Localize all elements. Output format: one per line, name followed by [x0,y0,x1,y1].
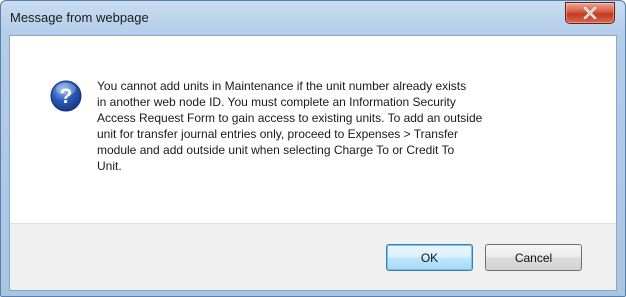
question-icon: ? [50,80,82,112]
close-button[interactable] [565,2,615,24]
cancel-button[interactable]: Cancel [485,244,582,271]
title-bar[interactable]: Message from webpage [1,1,625,35]
dialog-body: ? You cannot add units in Maintenance if… [9,35,617,291]
dialog-window: Message from webpage ? You cannot add un… [0,0,626,297]
ok-button[interactable]: OK [386,244,473,271]
dialog-title: Message from webpage [10,10,149,25]
message-area: ? You cannot add units in Maintenance if… [10,36,616,223]
close-x-icon [583,7,597,19]
button-bar: OK Cancel [10,223,616,290]
svg-text:?: ? [60,85,73,108]
dialog-message: You cannot add units in Maintenance if t… [97,79,483,173]
